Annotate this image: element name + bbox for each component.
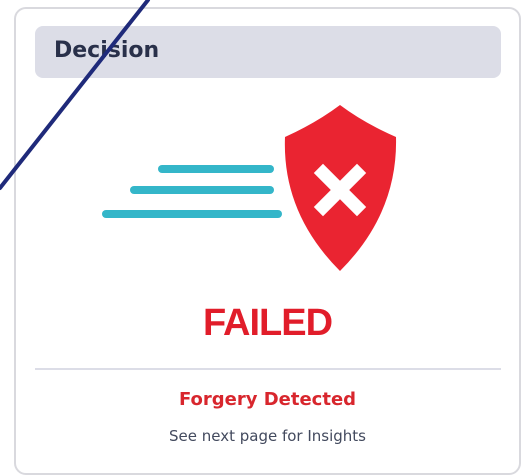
decision-graphic bbox=[102, 105, 397, 271]
speed-lines-icon bbox=[102, 165, 282, 218]
card-header: Decision bbox=[35, 26, 501, 78]
decision-card: Decision FAILED Forgery Detected See nex… bbox=[14, 7, 521, 475]
result-reason: Forgery Detected bbox=[178, 389, 357, 410]
divider bbox=[35, 368, 501, 370]
result-status: FAILED bbox=[202, 302, 333, 344]
shield-x-icon bbox=[284, 105, 397, 271]
card-title: Decision bbox=[54, 38, 160, 63]
result-hint: See next page for Insights bbox=[168, 427, 366, 445]
